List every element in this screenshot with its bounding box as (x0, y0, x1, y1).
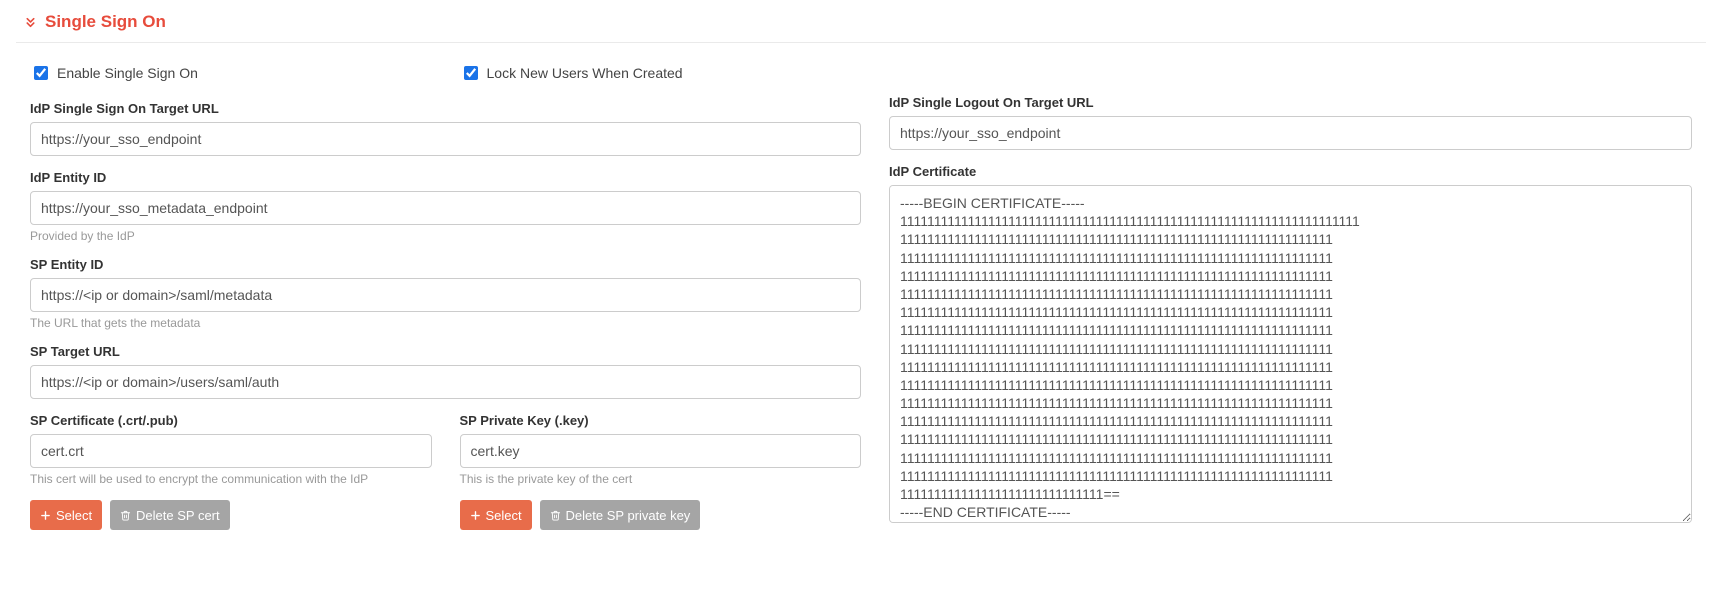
lock-new-users-checkbox[interactable] (464, 66, 478, 80)
sp-cert-select-label: Select (56, 508, 92, 523)
idp-logout-url-input[interactable] (889, 116, 1692, 150)
idp-entity-id-input[interactable] (30, 191, 861, 225)
sp-certificate-label: SP Certificate (.crt/.pub) (30, 413, 432, 428)
sp-entity-id-input[interactable] (30, 278, 861, 312)
section-title: Single Sign On (45, 12, 166, 32)
sp-entity-id-label: SP Entity ID (30, 257, 861, 272)
enable-sso-checkbox[interactable] (34, 66, 48, 80)
sp-target-url-label: SP Target URL (30, 344, 861, 359)
enable-sso-label: Enable Single Sign On (57, 65, 198, 81)
sp-cert-select-button[interactable]: Select (30, 500, 102, 530)
lock-new-users-label: Lock New Users When Created (487, 65, 683, 81)
sp-certificate-hint: This cert will be used to encrypt the co… (30, 472, 432, 486)
sp-key-select-button[interactable]: Select (460, 500, 532, 530)
idp-entity-id-hint: Provided by the IdP (30, 229, 861, 243)
sp-certificate-input[interactable] (30, 434, 432, 468)
idp-target-url-input[interactable] (30, 122, 861, 156)
trash-icon (120, 510, 131, 521)
sp-cert-delete-label: Delete SP cert (136, 508, 220, 523)
idp-certificate-textarea[interactable] (889, 185, 1692, 523)
idp-certificate-label: IdP Certificate (889, 164, 1692, 179)
sp-target-url-input[interactable] (30, 365, 861, 399)
sp-cert-delete-button[interactable]: Delete SP cert (110, 500, 230, 530)
idp-logout-url-label: IdP Single Logout On Target URL (889, 95, 1692, 110)
sp-private-key-hint: This is the private key of the cert (460, 472, 862, 486)
idp-entity-id-label: IdP Entity ID (30, 170, 861, 185)
plus-icon (40, 510, 51, 521)
plus-icon (470, 510, 481, 521)
sp-key-select-label: Select (486, 508, 522, 523)
sp-entity-id-hint: The URL that gets the metadata (30, 316, 861, 330)
sp-private-key-input[interactable] (460, 434, 862, 468)
idp-target-url-label: IdP Single Sign On Target URL (30, 101, 861, 116)
sp-private-key-label: SP Private Key (.key) (460, 413, 862, 428)
sp-key-delete-button[interactable]: Delete SP private key (540, 500, 701, 530)
sp-key-delete-label: Delete SP private key (566, 508, 691, 523)
section-header[interactable]: Single Sign On (16, 12, 1706, 43)
chevron-double-down-icon (24, 16, 37, 29)
trash-icon (550, 510, 561, 521)
